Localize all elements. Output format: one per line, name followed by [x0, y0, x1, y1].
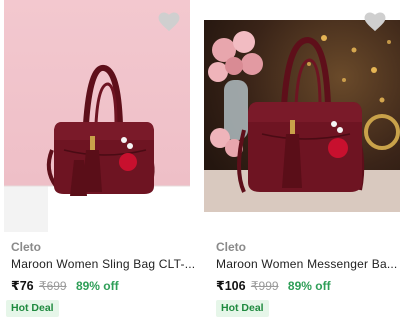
product-brand: Cleto	[11, 240, 41, 254]
product-photo	[204, 20, 400, 212]
product-brand: Cleto	[216, 240, 246, 254]
product-price: ₹76	[11, 279, 34, 293]
hot-deal-badge: Hot Deal	[216, 300, 269, 317]
price-row: ₹106 ₹999 89% off	[216, 278, 331, 293]
price-row: ₹76 ₹699 89% off	[11, 278, 119, 293]
hot-deal-badge: Hot Deal	[6, 300, 59, 317]
product-image[interactable]	[204, 20, 400, 212]
product-photo	[4, 65, 190, 232]
product-card[interactable]: Cleto Maroon Women Messenger Ba... ₹106 …	[202, 0, 400, 324]
product-name[interactable]: Maroon Women Messenger Ba...	[216, 257, 397, 271]
product-mrp: ₹999	[250, 279, 279, 293]
heart-icon[interactable]	[364, 12, 386, 32]
discount-text: 89% off	[287, 279, 331, 293]
product-image[interactable]	[4, 0, 190, 232]
product-mrp: ₹699	[38, 279, 67, 293]
product-name[interactable]: Maroon Women Sling Bag CLT-...	[11, 257, 195, 271]
product-price: ₹106	[216, 279, 246, 293]
heart-icon[interactable]	[158, 12, 180, 32]
discount-text: 89% off	[75, 279, 119, 293]
product-card[interactable]: Cleto Maroon Women Sling Bag CLT-... ₹76…	[0, 0, 200, 324]
